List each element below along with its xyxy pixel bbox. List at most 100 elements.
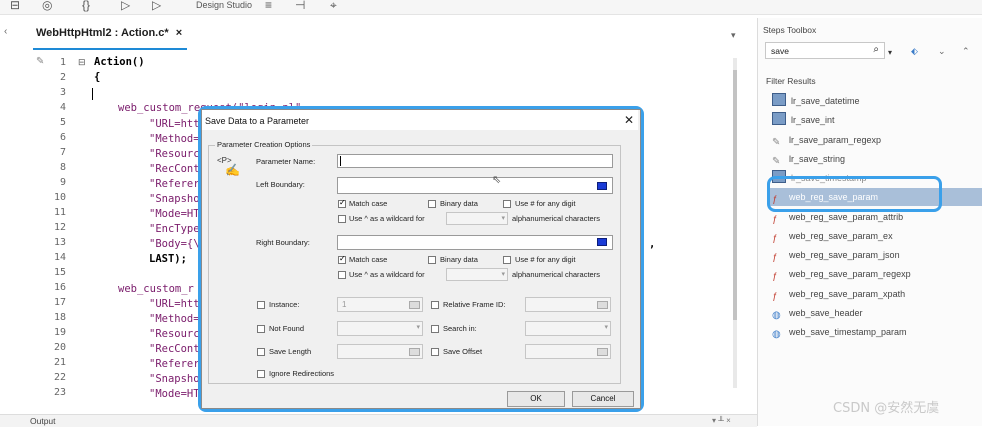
step-item[interactable]: ƒ web_reg_save_param_ex bbox=[772, 228, 893, 245]
editor-scrollbar[interactable] bbox=[733, 58, 737, 388]
instance-field[interactable]: 1 bbox=[337, 297, 423, 312]
mouse-pointer-icon: ⇖ bbox=[492, 174, 502, 186]
step-item[interactable]: ƒ web_reg_save_param_xpath bbox=[772, 286, 905, 303]
search-in-checkbox[interactable] bbox=[431, 325, 439, 333]
braces-icon[interactable]: {} bbox=[82, 0, 90, 11]
search-icon[interactable]: ⌕ bbox=[873, 44, 879, 55]
relative-frame-field[interactable] bbox=[525, 297, 611, 312]
relative-frame-label: Relative Frame ID: bbox=[443, 300, 506, 309]
line-number: 8 bbox=[59, 162, 66, 173]
left-binary-data-checkbox[interactable] bbox=[428, 200, 436, 208]
tab-dropdown-icon[interactable]: ▾ bbox=[731, 30, 736, 41]
step-item[interactable]: lr_save_int bbox=[772, 112, 835, 129]
tab-close-icon[interactable]: × bbox=[176, 27, 182, 39]
left-wildcard-select[interactable]: ▾ bbox=[446, 212, 508, 225]
left-use-hash-checkbox[interactable] bbox=[503, 200, 511, 208]
dialog-close-icon[interactable]: ✕ bbox=[624, 113, 634, 127]
relative-frame-checkbox[interactable] bbox=[431, 301, 439, 309]
align-icon[interactable]: ≡ bbox=[265, 0, 272, 11]
right-use-hash-checkbox[interactable] bbox=[503, 256, 511, 264]
search-in-select[interactable]: ▾ bbox=[525, 321, 611, 336]
step-item[interactable]: ƒ web_reg_save_param_regexp bbox=[772, 266, 911, 283]
left-match-case-label: Match case bbox=[349, 199, 388, 208]
steps-search-input[interactable]: save ⌕ bbox=[765, 42, 885, 59]
group-label: Parameter Creation Options bbox=[215, 140, 313, 149]
right-wildcard-label: Use ^ as a wildcard for bbox=[349, 270, 425, 279]
expand-all-icon[interactable]: ⌃ bbox=[962, 46, 970, 57]
ignore-redirections-checkbox[interactable] bbox=[257, 370, 265, 378]
cancel-button[interactable]: Cancel bbox=[572, 391, 634, 407]
code-line-7: "Resourc bbox=[149, 148, 200, 160]
editor-tab[interactable]: WebHttpHtml2 : Action.c* × bbox=[36, 27, 182, 39]
step-item[interactable]: lr_save_datetime bbox=[772, 93, 860, 110]
dialog-title: Save Data to a Parameter bbox=[205, 116, 310, 126]
left-boundary-field[interactable] bbox=[337, 177, 613, 194]
right-wildcard-checkbox[interactable] bbox=[338, 271, 346, 279]
step-item[interactable]: ✎ lr_save_param_regexp bbox=[772, 132, 881, 149]
abc-icon[interactable] bbox=[597, 301, 608, 309]
left-wildcard-checkbox[interactable] bbox=[338, 215, 346, 223]
step-item[interactable]: ✎ lr_save_string bbox=[772, 151, 845, 168]
design-studio-button[interactable]: Design Studio bbox=[196, 0, 252, 10]
line-number: 15 bbox=[53, 267, 66, 278]
split-icon[interactable]: ⊣ bbox=[295, 0, 305, 11]
globe-icon: ◍ bbox=[772, 310, 781, 321]
text-cursor bbox=[340, 156, 341, 166]
calendar-icon bbox=[772, 93, 786, 106]
chevron-down-icon: ▾ bbox=[501, 215, 505, 222]
filter-toggle-icon[interactable]: ⬖ bbox=[911, 46, 918, 57]
not-found-checkbox[interactable] bbox=[257, 325, 265, 333]
replay-icon[interactable]: ▷ bbox=[121, 0, 130, 11]
code-line-13: "Body={\ bbox=[149, 238, 200, 250]
collapse-all-icon[interactable]: ⌄ bbox=[938, 46, 946, 57]
fold-icon[interactable]: ⊟ bbox=[78, 57, 86, 68]
abc-icon[interactable] bbox=[597, 238, 607, 246]
line-number: 23 bbox=[53, 387, 66, 398]
ok-button[interactable]: OK bbox=[507, 391, 565, 407]
record-icon[interactable]: ◎ bbox=[42, 0, 52, 11]
right-boundary-field[interactable] bbox=[337, 235, 613, 250]
code-line-2: { bbox=[94, 71, 101, 83]
left-use-hash-label: Use # for any digit bbox=[515, 199, 576, 208]
parameter-name-field[interactable] bbox=[337, 154, 613, 168]
code-line-23: "Mode=HT bbox=[149, 388, 200, 400]
save-length-checkbox[interactable] bbox=[257, 348, 265, 356]
step-item[interactable]: ƒ web_reg_save_param_json bbox=[772, 247, 900, 264]
line-number: 21 bbox=[53, 357, 66, 368]
play-icon[interactable]: ▷ bbox=[152, 0, 161, 11]
collapse-left-icon[interactable]: ‹ bbox=[4, 26, 7, 37]
step-item[interactable]: ◍ web_save_timestamp_param bbox=[772, 324, 907, 341]
calendar-icon bbox=[772, 112, 786, 125]
pen-icon: ✎ bbox=[772, 137, 781, 148]
step-item[interactable]: ◍ web_save_header bbox=[772, 305, 863, 322]
right-wildcard-select[interactable]: ▾ bbox=[446, 268, 508, 281]
new-file-icon[interactable]: ⊟ bbox=[10, 0, 20, 11]
right-boundary-label: Right Boundary: bbox=[256, 238, 310, 247]
function-icon: ƒ bbox=[772, 214, 778, 224]
save-offset-field[interactable] bbox=[525, 344, 611, 359]
settings-icon[interactable]: ⌖ bbox=[330, 0, 337, 11]
instance-checkbox[interactable] bbox=[257, 301, 265, 309]
save-length-field[interactable] bbox=[337, 344, 423, 359]
abc-icon[interactable] bbox=[597, 348, 608, 356]
left-binary-data-label: Binary data bbox=[440, 199, 478, 208]
line-number: 16 bbox=[53, 282, 66, 293]
abc-icon[interactable] bbox=[409, 301, 420, 309]
output-panel-controls[interactable]: ▾ ╨ × bbox=[712, 416, 731, 425]
line-number: 12 bbox=[53, 222, 66, 233]
right-binary-data-checkbox[interactable] bbox=[428, 256, 436, 264]
not-found-select[interactable]: ▾ bbox=[337, 321, 423, 336]
abc-icon[interactable] bbox=[597, 182, 607, 190]
save-offset-checkbox[interactable] bbox=[431, 348, 439, 356]
line-number: 11 bbox=[53, 207, 66, 218]
left-wildcard-label: Use ^ as a wildcard for bbox=[349, 214, 425, 223]
search-options-icon[interactable]: ▾ bbox=[888, 48, 892, 57]
right-match-case-checkbox[interactable] bbox=[338, 254, 346, 264]
output-label[interactable]: Output bbox=[30, 416, 56, 426]
editor-scrollbar-thumb[interactable] bbox=[733, 70, 737, 320]
tab-underline bbox=[33, 48, 187, 50]
instance-value: 1 bbox=[342, 300, 347, 309]
line-number: 6 bbox=[59, 132, 66, 143]
left-match-case-checkbox[interactable] bbox=[338, 198, 346, 208]
abc-icon[interactable] bbox=[409, 348, 420, 356]
